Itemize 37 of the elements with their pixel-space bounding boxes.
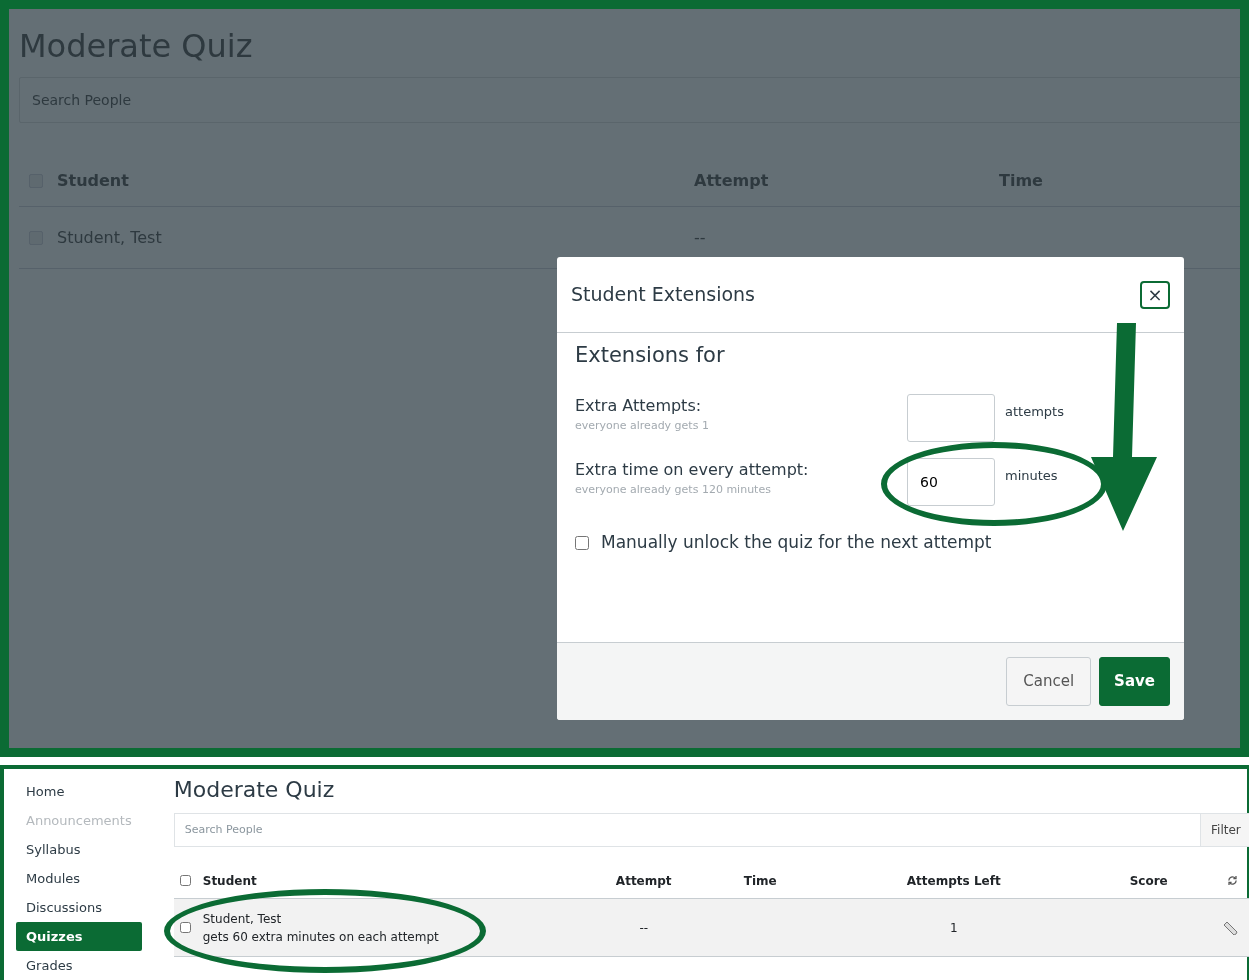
field-hint: everyone already gets 1 xyxy=(575,418,710,435)
dialog-title: Student Extensions xyxy=(571,282,755,308)
student-name: Student, Test xyxy=(202,910,283,928)
sidebar-item[interactable]: Grades xyxy=(16,951,142,980)
unit-label: attempts xyxy=(1005,403,1064,422)
sidebar-item[interactable]: Home xyxy=(16,777,142,806)
sidebar-item[interactable]: Syllabus xyxy=(16,835,142,864)
filter-button[interactable]: Filter xyxy=(1200,813,1249,848)
field-hint: everyone already gets 120 minutes xyxy=(575,482,772,499)
column-header: Score xyxy=(1128,872,1169,890)
pencil-icon[interactable] xyxy=(1223,920,1238,935)
column-header: Time xyxy=(742,872,778,890)
checkbox[interactable] xyxy=(575,535,589,550)
column-header: Attempts Left xyxy=(905,872,1002,890)
input-field[interactable]: 60 xyxy=(907,458,995,507)
page-title: Moderate Quiz xyxy=(173,777,336,804)
checkbox[interactable] xyxy=(179,875,191,887)
field-label: Extra time on every attempt: xyxy=(575,459,810,482)
table-cell-text: -- xyxy=(693,226,707,249)
checkbox[interactable] xyxy=(179,922,191,934)
sidebar-item[interactable]: Modules xyxy=(16,864,142,893)
checkbox-label: Manually unlock the quiz for the next attempt xyxy=(601,531,992,555)
sidebar-item[interactable]: Quizzes xyxy=(16,922,142,951)
section-heading: Extensions for xyxy=(575,343,726,369)
column-header: Student xyxy=(202,872,257,890)
table-cell-text: 1 xyxy=(948,919,959,937)
column-header: Attempt xyxy=(614,872,673,890)
sidebar-item[interactable]: Discussions xyxy=(16,893,142,922)
table-cell-text: -- xyxy=(638,919,650,937)
save-button[interactable]: Save xyxy=(1099,657,1170,706)
input-field[interactable] xyxy=(907,394,995,443)
extension-note: gets 60 extra minutes on each attempt xyxy=(202,928,439,946)
refresh-icon[interactable] xyxy=(1226,875,1238,887)
field-label: Extra Attempts: xyxy=(575,395,703,418)
cancel-button[interactable]: Cancel xyxy=(1006,657,1092,706)
close-button[interactable]: × xyxy=(1140,280,1170,309)
unit-label: minutes xyxy=(1005,467,1058,486)
